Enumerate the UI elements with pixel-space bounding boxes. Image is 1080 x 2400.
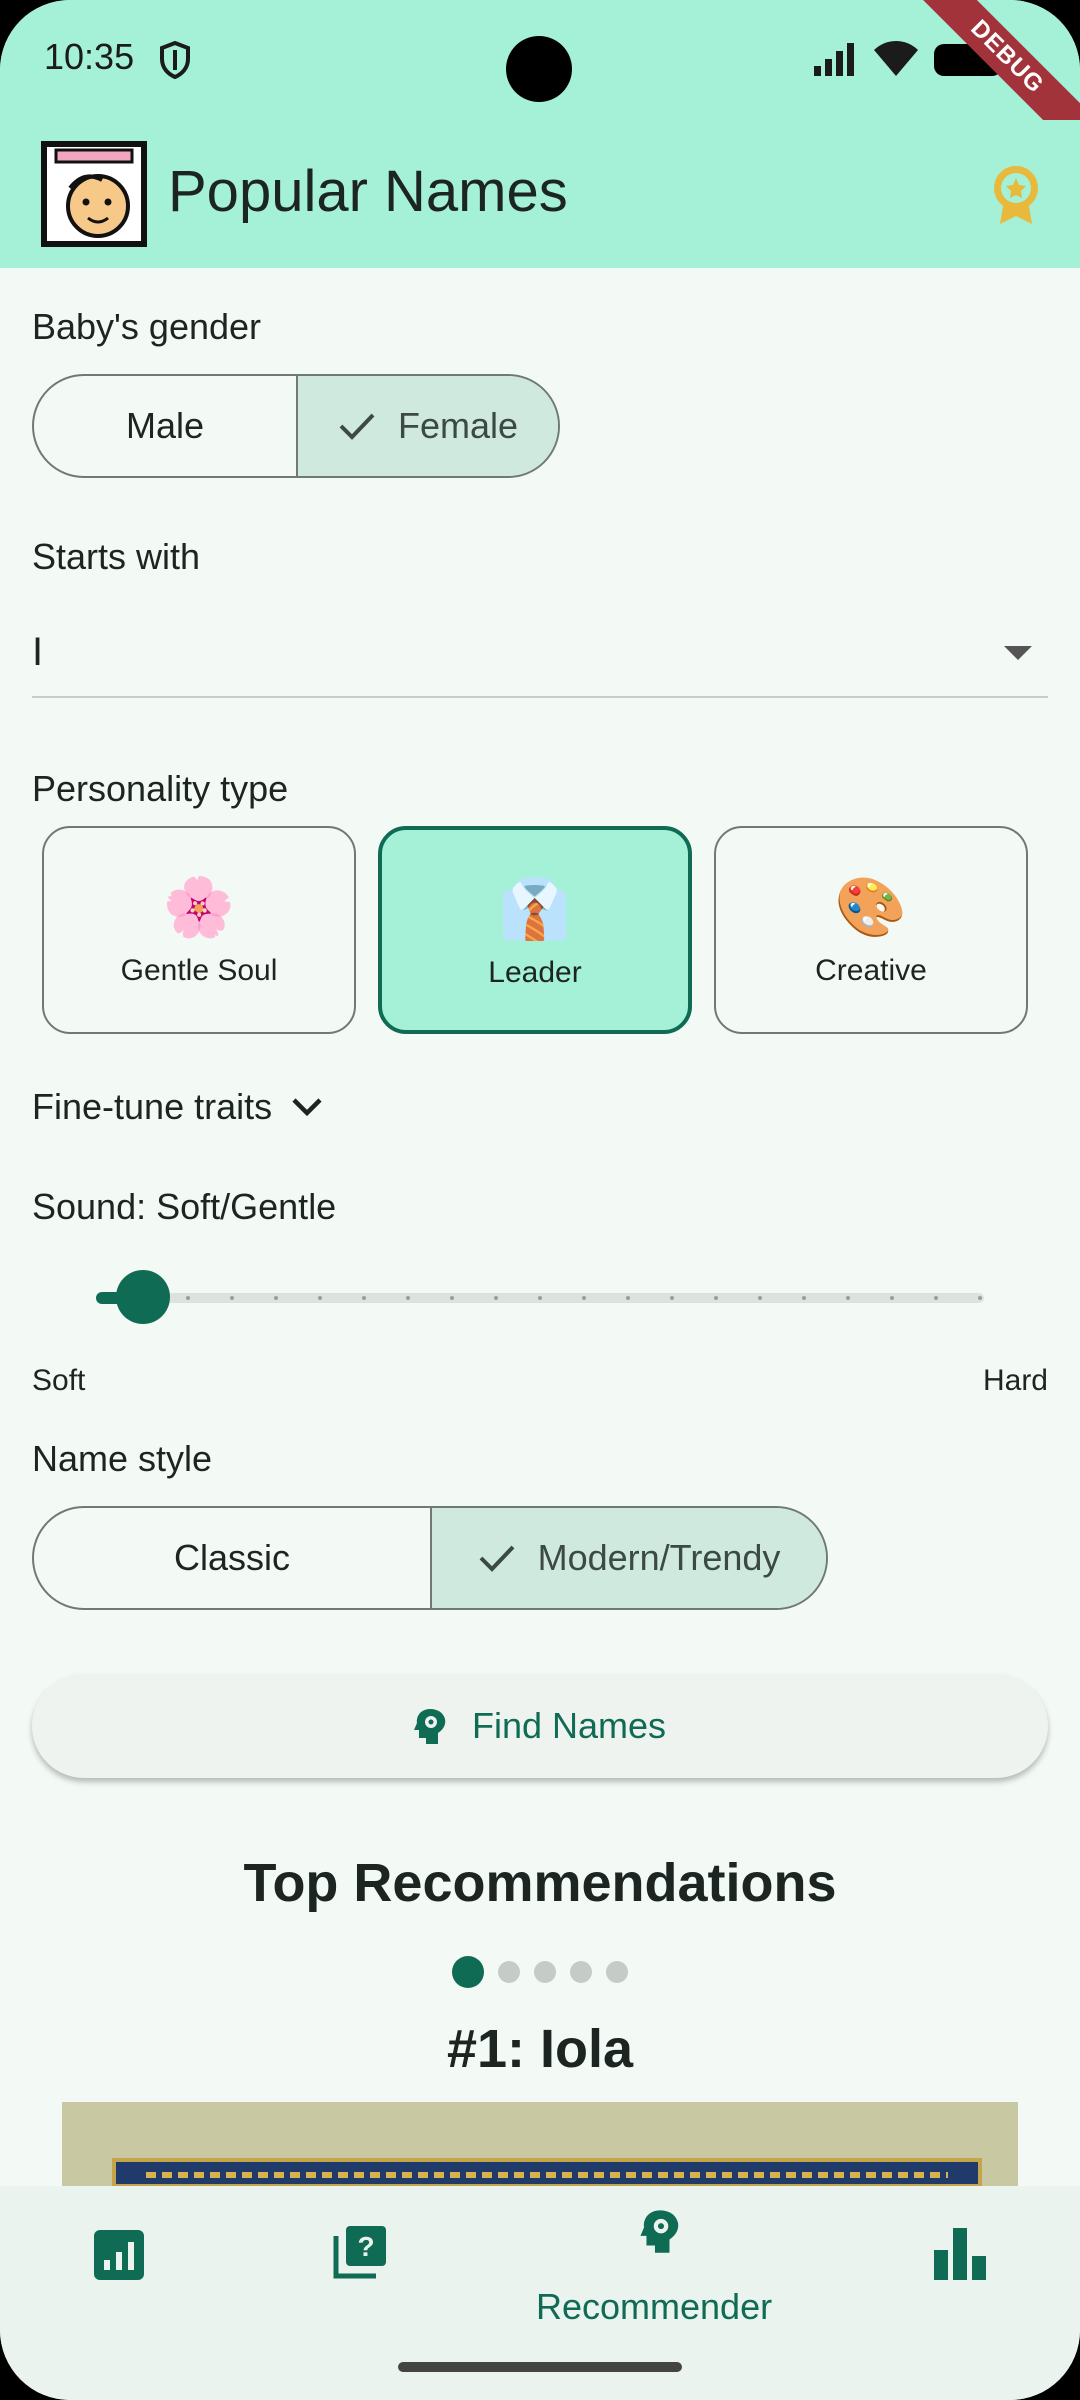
personality-card-label: Gentle Soul (120, 954, 278, 987)
recommendation-name: #1: Iola (446, 2019, 634, 2079)
nav-recommender-label[interactable]: Recommender (536, 2286, 772, 2328)
slider-tick (450, 1296, 454, 1300)
fine-tune-toggle[interactable]: Fine-tune traits (32, 1086, 324, 1128)
starts-with-label: Starts with (32, 536, 201, 577)
gender-female-button[interactable]: Female (296, 376, 558, 476)
slider-tick (890, 1296, 894, 1300)
flower-icon: 🌸 (162, 875, 236, 940)
camera-cutout (506, 36, 572, 102)
app-bar: Popular Names (0, 120, 1080, 268)
personality-card-label: Creative (815, 954, 927, 987)
recommender-icon[interactable] (640, 2208, 682, 2254)
bar-chart-icon[interactable] (932, 2226, 988, 2280)
personality-label: Personality type (32, 768, 289, 809)
home-indicator[interactable] (398, 2362, 682, 2372)
style-classic-label: Classic (173, 1537, 290, 1578)
carousel-indicator (0, 1956, 1080, 1988)
wifi-icon (874, 41, 918, 76)
fine-tune-label: Fine-tune traits (32, 1086, 273, 1127)
image-ornament-band (112, 2158, 982, 2186)
check-icon (479, 1545, 515, 1572)
carousel-dot[interactable] (498, 1961, 520, 1983)
style-modern-button[interactable]: Modern/Trendy (430, 1508, 826, 1608)
sound-label: Sound: Soft/Gentle (32, 1186, 337, 1227)
personality-card-leader[interactable]: 👔 Leader (378, 826, 692, 1034)
name-style-label: Name style (32, 1438, 213, 1479)
slider-tick (186, 1296, 190, 1300)
phone-screen: 10:35 DEBUG Popular Names Baby's gender … (0, 0, 1080, 2400)
check-icon (339, 413, 375, 440)
slider-tick (494, 1296, 498, 1300)
slider-tick (406, 1296, 410, 1300)
baby-face-icon (41, 141, 147, 247)
slider-tick (582, 1296, 586, 1300)
recommendation-image (62, 2102, 1018, 2186)
dropdown-arrow-icon (1004, 646, 1032, 660)
recommendations-title: Top Recommendations (243, 1853, 837, 1913)
style-classic-button[interactable]: Classic (34, 1508, 430, 1608)
slider-tick (714, 1296, 718, 1300)
gender-label: Baby's gender (32, 306, 262, 347)
slider-tick (230, 1296, 234, 1300)
gender-female-label: Female (397, 405, 519, 446)
name-style-segmented-control: Classic Modern/Trendy (32, 1506, 828, 1610)
status-bar: 10:35 DEBUG (0, 0, 1080, 166)
award-icon[interactable] (990, 164, 1042, 226)
signal-icon (814, 43, 854, 76)
svg-text:?: ? (357, 2231, 374, 2262)
slider-tick (538, 1296, 542, 1300)
slider-max-label: Hard (982, 1364, 1048, 1397)
style-modern-label: Modern/Trendy (537, 1537, 781, 1578)
palette-icon: 🎨 (834, 875, 908, 940)
gender-segmented-control: Male Female (32, 374, 560, 478)
find-names-button[interactable]: Find Names (32, 1674, 1048, 1778)
find-names-label: Find Names (471, 1705, 667, 1746)
slider-tick (274, 1296, 278, 1300)
gender-male-label: Male (125, 405, 205, 446)
shirt-tie-icon: 👔 (498, 877, 572, 942)
sound-slider-thumb[interactable] (116, 1270, 170, 1324)
starts-with-value: I (32, 630, 44, 674)
psychology-icon (413, 1709, 446, 1744)
slider-tick (670, 1296, 674, 1300)
carousel-dot[interactable] (606, 1961, 628, 1983)
personality-card-creative[interactable]: 🎨 Creative (714, 826, 1028, 1034)
gender-male-button[interactable]: Male (34, 376, 296, 476)
slider-tick (802, 1296, 806, 1300)
carousel-dot[interactable] (452, 1956, 484, 1988)
slider-tick (846, 1296, 850, 1300)
starts-with-dropdown[interactable]: I (32, 618, 1048, 698)
page-title: Popular Names (168, 159, 568, 224)
slider-min-label: Soft (32, 1364, 86, 1397)
slider-tick (978, 1296, 982, 1300)
status-time: 10:35 (44, 36, 135, 77)
carousel-dot[interactable] (570, 1961, 592, 1983)
slider-tick (758, 1296, 762, 1300)
slider-tick (934, 1296, 938, 1300)
personality-card-gentle-soul[interactable]: 🌸 Gentle Soul (42, 826, 356, 1034)
quiz-icon[interactable]: ? (332, 2224, 388, 2280)
slider-tick (626, 1296, 630, 1300)
stats-icon[interactable] (94, 2230, 144, 2280)
shield-icon (160, 40, 190, 80)
slider-tick (362, 1296, 366, 1300)
personality-card-label: Leader (488, 956, 582, 989)
carousel-dot[interactable] (534, 1961, 556, 1983)
slider-tick (318, 1296, 322, 1300)
chevron-down-icon (292, 1098, 322, 1117)
